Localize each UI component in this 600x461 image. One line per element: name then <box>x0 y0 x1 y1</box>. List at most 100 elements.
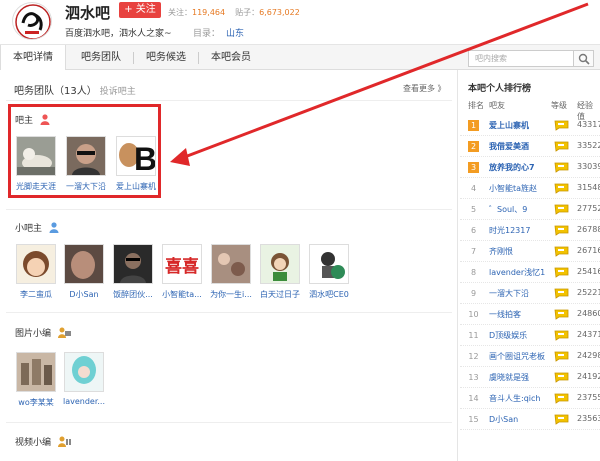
rank-number: 5 <box>470 205 477 214</box>
forum-stats: 关注：119,464 贴子：6,673,022 <box>168 7 310 18</box>
ranking-row[interactable]: 6 时光12317 26788 <box>460 220 600 241</box>
role-sub-owner: 小吧主 <box>15 221 59 234</box>
sub-owner-member[interactable]: 李二蛮瓜 <box>10 244 62 300</box>
level-badge-icon <box>554 288 569 299</box>
ranking-row[interactable]: 3 放养我的心7 33039 <box>460 157 600 178</box>
rank-exp: 31548 <box>577 183 600 192</box>
level-badge-icon <box>554 393 569 404</box>
rank-exp: 23563 <box>577 414 600 423</box>
search-input[interactable]: 吧内搜索 <box>468 50 574 67</box>
forum-logo[interactable] <box>12 2 52 40</box>
avatar[interactable] <box>16 352 56 392</box>
rank-user-link[interactable]: 画个圈诅咒老板 <box>489 351 551 362</box>
rank-user-link[interactable]: D小San <box>489 414 551 425</box>
rank-user-link[interactable]: 爱上山寨机 <box>489 120 551 131</box>
avatar[interactable] <box>64 352 104 392</box>
avatar[interactable] <box>16 244 56 284</box>
ranking-row[interactable]: 5 ゛Soul、9 27752 <box>460 199 600 220</box>
rank-number: 13 <box>468 373 479 382</box>
sub-owner-icon <box>49 222 59 233</box>
catalog-link[interactable]: 山东 <box>226 29 244 39</box>
forum-catalog: 目录： 山东 <box>193 26 244 39</box>
picture-editor-member[interactable]: lavender... <box>58 352 110 406</box>
member-name[interactable]: 白天过日子 <box>254 289 306 300</box>
member-name[interactable]: lavender... <box>58 397 110 406</box>
rank-number: 10 <box>468 310 479 319</box>
rank-user-link[interactable]: 放养我的心7 <box>489 162 551 173</box>
level-badge-icon <box>554 120 569 131</box>
rank-user-link[interactable]: 小智能ta旌赵 <box>489 183 551 194</box>
sub-owner-member[interactable]: 饭醉团伙... <box>107 244 159 300</box>
avatar[interactable] <box>64 244 104 284</box>
sub-owner-member[interactable]: D小San <box>58 244 110 300</box>
follow-button[interactable]: + 关注 <box>119 2 161 18</box>
picture-editor-member[interactable]: wo李某某 <box>10 352 62 408</box>
catalog-label: 目录： <box>193 29 221 39</box>
member-name[interactable]: 泗水吧CE0 <box>303 289 355 300</box>
divider <box>6 209 452 210</box>
sub-owner-member[interactable]: 泗水吧CE0 <box>303 244 355 300</box>
forum-name: 泗水吧 <box>65 4 111 22</box>
member-name[interactable]: 饭醉团伙... <box>107 289 159 300</box>
rank-user-link[interactable]: 齐刚恨 <box>489 246 551 257</box>
level-badge-icon <box>554 204 569 215</box>
rank-exp: 24192 <box>577 372 600 381</box>
avatar[interactable] <box>309 244 349 284</box>
picture-editor-icon <box>57 327 71 338</box>
rank-user-link[interactable]: 一线拍客 <box>489 309 551 320</box>
sub-owner-member[interactable]: 为你一生i... <box>205 244 257 300</box>
rank-user-link[interactable]: D顶级娱乐 <box>489 330 551 341</box>
sub-owner-member[interactable]: 白天过日子 <box>254 244 306 300</box>
ranking-row[interactable]: 12 画个圈诅咒老板 24298 <box>460 346 600 367</box>
owner-highlight-box <box>8 104 161 198</box>
sub-owner-member[interactable]: 喜喜 小智能ta... <box>156 244 208 300</box>
member-name[interactable]: 小智能ta... <box>156 289 208 300</box>
rank-number: 12 <box>468 352 479 361</box>
divider <box>6 422 452 423</box>
rank-user-link[interactable]: 一溜大下沿 <box>489 288 551 299</box>
rank-header-level: 等级 <box>551 101 567 110</box>
tab-forum-team[interactable]: 吧务团队 <box>70 45 132 70</box>
ranking-panel: 本吧个人排行榜 排名 吧友 等级 经验值 1 爱上山寨机 43317 2 我借爱美酒 33… <box>460 70 600 461</box>
ranking-row[interactable]: 15 D小San 23563 <box>460 409 600 430</box>
report-owner-link[interactable]: 投诉吧主 <box>100 87 136 97</box>
level-badge-icon <box>554 141 569 152</box>
tab-members[interactable]: 本吧会员 <box>200 45 262 70</box>
ranking-row[interactable]: 7 齐刚恨 26716 <box>460 241 600 262</box>
member-name[interactable]: wo李某某 <box>10 397 62 408</box>
tab-candidates[interactable]: 吧务候选 <box>135 45 197 70</box>
rank-number: 11 <box>468 331 479 340</box>
rank-user-link[interactable]: 我借爱美酒 <box>489 141 551 152</box>
avatar[interactable] <box>260 244 300 284</box>
rank-user-link[interactable]: 音斗人生:qich <box>489 393 551 404</box>
post-count-label: 贴子： <box>235 8 260 17</box>
avatar[interactable] <box>113 244 153 284</box>
avatar[interactable]: 喜喜 <box>162 244 202 284</box>
ranking-row[interactable]: 10 一线拍客 24860 <box>460 304 600 325</box>
tab-forum-details[interactable]: 本吧详情 <box>0 45 66 71</box>
ranking-row[interactable]: 14 音斗人生:qich 23755 <box>460 388 600 409</box>
view-more-link[interactable]: 查看更多 》 <box>403 83 446 94</box>
divider <box>6 100 452 101</box>
rank-user-link[interactable]: lavender浅忆1 <box>489 267 551 278</box>
ranking-row[interactable]: 9 一溜大下沿 25221 <box>460 283 600 304</box>
rank-number: 4 <box>470 184 477 193</box>
role-picture-editor-label: 图片小编 <box>15 329 52 339</box>
ranking-row[interactable]: 13 虞晓就是强 24192 <box>460 367 600 388</box>
member-name[interactable]: 为你一生i... <box>205 289 257 300</box>
rank-user-link[interactable]: ゛Soul、9 <box>489 204 551 215</box>
ranking-row[interactable]: 11 D顶级娱乐 24371 <box>460 325 600 346</box>
rank-user-link[interactable]: 时光12317 <box>489 225 551 236</box>
avatar[interactable] <box>211 244 251 284</box>
rank-user-link[interactable]: 虞晓就是强 <box>489 372 551 383</box>
ranking-row[interactable]: 4 小智能ta旌赵 31548 <box>460 178 600 199</box>
ranking-row[interactable]: 1 爱上山寨机 43317 <box>460 115 600 136</box>
team-title: 吧务团队（13人） 投诉吧主 <box>14 82 136 97</box>
ranking-row[interactable]: 8 lavender浅忆1 25416 <box>460 262 600 283</box>
search-button[interactable] <box>574 50 594 67</box>
member-name[interactable]: D小San <box>58 289 110 300</box>
level-badge-icon <box>554 309 569 320</box>
ranking-row[interactable]: 2 我借爱美酒 33522 <box>460 136 600 157</box>
member-name[interactable]: 李二蛮瓜 <box>10 289 62 300</box>
level-badge-icon <box>554 225 569 236</box>
